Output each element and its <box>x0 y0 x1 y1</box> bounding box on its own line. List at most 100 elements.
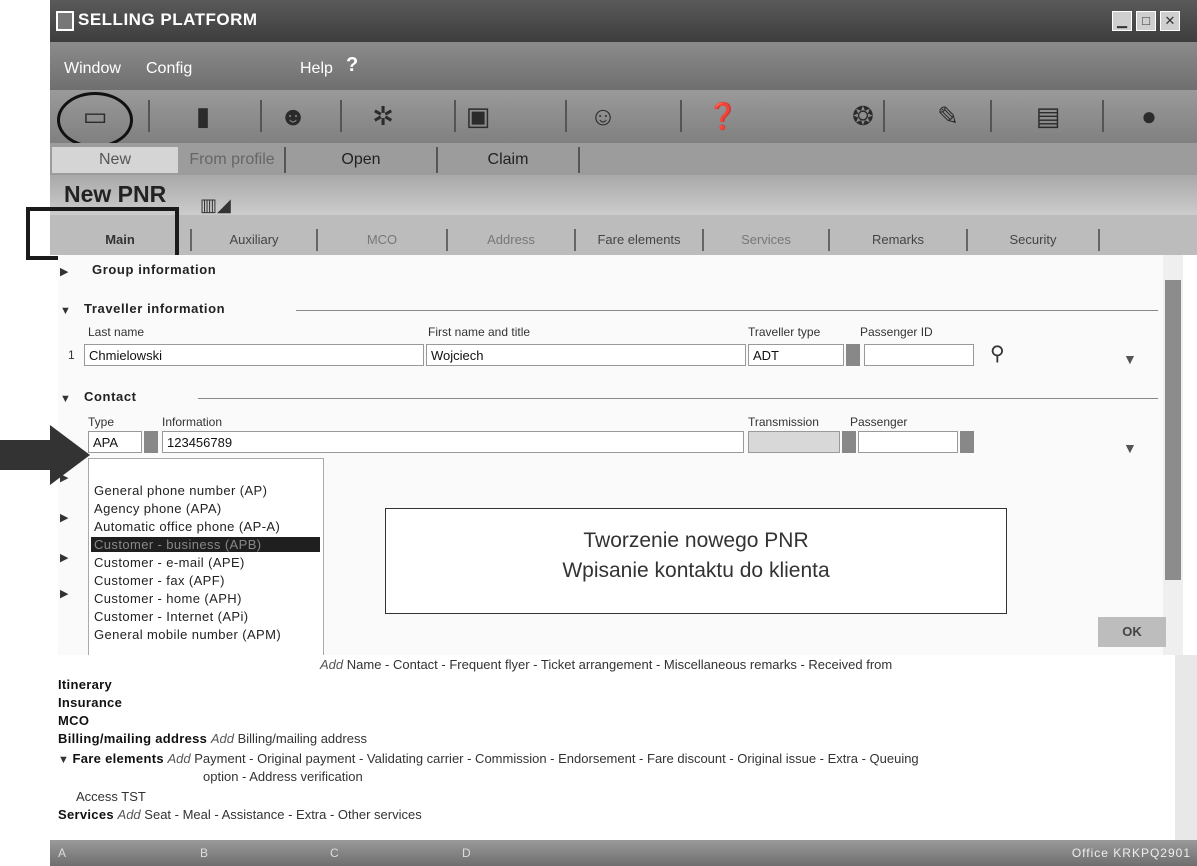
top-tabs: New From profile Open Claim <box>50 143 1197 175</box>
ok-button[interactable]: OK <box>1098 617 1166 647</box>
section-traveller-information[interactable]: Traveller information <box>84 301 225 316</box>
expand-icon[interactable]: ▶ <box>60 511 68 524</box>
ticket-icon[interactable]: ✎ <box>925 94 971 138</box>
transmission-dropdown-button[interactable] <box>842 431 856 453</box>
chevron-down-icon[interactable]: ▼ <box>1123 440 1137 456</box>
menu-window[interactable]: Window <box>64 60 121 78</box>
billing-add-items[interactable]: Billing/mailing address <box>238 731 367 746</box>
maximize-button[interactable]: □ <box>1136 11 1156 31</box>
services-add-link[interactable]: Add <box>118 807 141 822</box>
circle-icon[interactable]: ● <box>1126 94 1172 138</box>
contact-information-field[interactable]: 123456789 <box>162 431 744 453</box>
dropdown-option[interactable]: Customer - e-mail (APE) <box>94 555 245 570</box>
section-group-information[interactable]: Group information <box>92 262 216 277</box>
summary-scrollbar[interactable] <box>1175 655 1197 840</box>
dropdown-option[interactable]: General mobile number (APM) <box>94 627 281 642</box>
window-title: SELLING PLATFORM <box>78 10 258 29</box>
access-tst-link[interactable]: Access TST <box>76 789 146 804</box>
close-button[interactable]: ✕ <box>1160 11 1180 31</box>
search-icon[interactable]: ❓ <box>700 94 746 138</box>
expand-icon[interactable]: ▶ <box>60 551 68 564</box>
collapse-icon[interactable]: ▼ <box>58 754 69 766</box>
collapse-icon[interactable]: ▼ <box>60 305 71 317</box>
dropdown-option[interactable]: Customer - Internet (APi) <box>94 609 249 624</box>
dropdown-option[interactable]: Customer - home (APH) <box>94 591 242 606</box>
contact-passenger-dropdown-button[interactable] <box>960 431 974 453</box>
section-contact[interactable]: Contact <box>84 389 137 404</box>
billing-label[interactable]: Billing/mailing address <box>58 731 207 746</box>
status-d[interactable]: D <box>462 846 471 860</box>
expand-icon[interactable]: ▶ <box>60 265 68 278</box>
page-title: New PNR <box>64 181 167 207</box>
callout-line-1: Tworzenie nowego PNR <box>583 529 809 552</box>
label-transmission: Transmission <box>748 415 819 429</box>
tab-auxiliary[interactable]: Auxiliary <box>192 229 318 251</box>
tab-mco[interactable]: MCO <box>318 229 448 251</box>
tab-open[interactable]: Open <box>286 147 438 173</box>
tab-services[interactable]: Services <box>704 229 830 251</box>
fare-add-link[interactable]: Add <box>167 751 190 766</box>
label-passenger-id: Passenger ID <box>860 325 933 339</box>
itinerary-label[interactable]: Itinerary <box>58 677 112 692</box>
traveller-type-field[interactable]: ADT <box>748 344 844 366</box>
dropdown-option[interactable]: Customer - fax (APF) <box>94 573 225 588</box>
sub-tabs: Main Auxiliary MCO Address Fare elements… <box>50 215 1197 255</box>
expand-icon[interactable]: ▶ <box>60 587 68 600</box>
minimize-button[interactable]: ▁ <box>1112 11 1132 31</box>
magnifier-icon[interactable]: ⚲ <box>990 341 1005 366</box>
names-add-items[interactable]: Name - Contact - Frequent flyer - Ticket… <box>347 657 892 672</box>
hotel-icon[interactable]: ✲ <box>360 94 406 138</box>
first-name-field[interactable]: Wojciech <box>426 344 746 366</box>
contact-passenger-field[interactable] <box>858 431 958 453</box>
tab-security[interactable]: Security <box>968 229 1100 251</box>
collapse-icon[interactable]: ▼ <box>60 393 71 405</box>
traveller-type-dropdown-button[interactable] <box>846 344 860 366</box>
label-first-name: First name and title <box>428 325 531 339</box>
scrollbar[interactable] <box>1163 255 1183 655</box>
tab-fare-elements[interactable]: Fare elements <box>576 229 704 251</box>
contact-type-dropdown-button[interactable] <box>144 431 158 453</box>
status-a[interactable]: A <box>58 846 66 860</box>
menu-bar: Window Config Help ? <box>50 42 1197 90</box>
dropdown-option[interactable]: General phone number (AP) <box>94 483 267 498</box>
status-b[interactable]: B <box>200 846 208 860</box>
document-icon[interactable]: ▮ <box>180 94 226 138</box>
scrollbar-thumb[interactable] <box>1165 280 1181 580</box>
status-c[interactable]: C <box>330 846 339 860</box>
billing-add-link[interactable]: Add <box>211 731 234 746</box>
fare-add-items-2[interactable]: option - Address verification <box>203 769 363 784</box>
label-passenger: Passenger <box>850 415 908 429</box>
dropdown-option[interactable]: Automatic office phone (AP-A) <box>94 519 280 534</box>
office-id: Office KRKPQ2901 <box>1071 846 1191 860</box>
services-label[interactable]: Services <box>58 807 114 822</box>
pnr-icon: ▥◢ <box>200 195 231 215</box>
mco-label[interactable]: MCO <box>58 713 89 728</box>
tab-claim[interactable]: Claim <box>438 147 580 173</box>
last-name-field[interactable]: Chmielowski <box>84 344 424 366</box>
contact-type-field[interactable]: APA <box>88 431 142 453</box>
car-icon[interactable]: ▣ <box>455 94 501 138</box>
chevron-down-icon[interactable]: ▼ <box>1123 351 1137 367</box>
menu-config[interactable]: Config <box>146 60 192 78</box>
callout-line-2: Wpisanie kontaktu do klienta <box>562 559 830 582</box>
agent-icon[interactable]: ☺ <box>580 94 626 138</box>
help-icon[interactable]: ? <box>346 54 358 77</box>
tab-new[interactable]: New <box>52 147 178 173</box>
map-icon[interactable]: ❂ <box>840 94 886 138</box>
fare-elements-label[interactable]: Fare elements <box>73 751 164 766</box>
insurance-label[interactable]: Insurance <box>58 695 122 710</box>
fare-add-items[interactable]: Payment - Original payment - Validating … <box>194 751 918 766</box>
tab-from-profile[interactable]: From profile <box>180 147 286 173</box>
services-add-items[interactable]: Seat - Meal - Assistance - Extra - Other… <box>144 807 421 822</box>
menu-help[interactable]: Help <box>300 60 333 78</box>
dropdown-option-selected[interactable]: Customer - business (APB) <box>91 537 320 552</box>
book-icon[interactable]: ▭ <box>72 94 118 138</box>
passenger-id-field[interactable] <box>864 344 974 366</box>
dropdown-option[interactable]: Agency phone (APA) <box>94 501 222 516</box>
tab-remarks[interactable]: Remarks <box>830 229 968 251</box>
transmission-field[interactable] <box>748 431 840 453</box>
tab-address[interactable]: Address <box>448 229 576 251</box>
names-add-link[interactable]: Add <box>320 657 343 672</box>
person-icon[interactable]: ☻ <box>270 94 316 138</box>
folder-icon[interactable]: ▤ <box>1025 94 1071 138</box>
